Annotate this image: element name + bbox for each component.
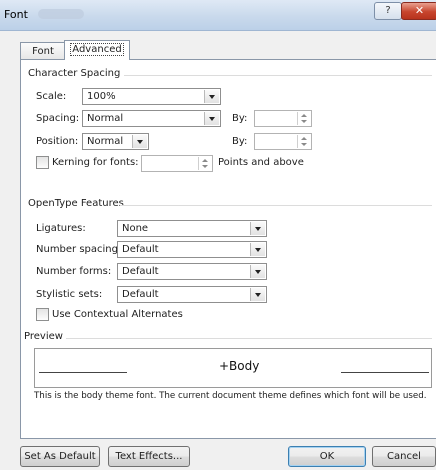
chevron-down-icon[interactable] <box>250 288 265 301</box>
number-forms-value: Default <box>122 266 159 277</box>
close-icon: ✕ <box>414 4 425 17</box>
spacing-by-label: By: <box>232 113 248 124</box>
spin-down-icon[interactable] <box>301 120 307 123</box>
spinner-buttons[interactable] <box>297 135 310 148</box>
cancel-button[interactable]: Cancel <box>372 446 436 467</box>
spin-down-icon[interactable] <box>202 165 208 168</box>
preview-rule-right <box>341 372 429 373</box>
set-as-default-button[interactable]: Set As Default <box>20 446 100 467</box>
spin-up-icon[interactable] <box>301 137 307 140</box>
chevron-down-icon[interactable] <box>250 243 265 256</box>
position-label: Position: <box>36 136 79 147</box>
window-title: Font <box>4 8 28 21</box>
kerning-suffix: Points and above <box>218 157 304 168</box>
position-combo[interactable]: Normal <box>82 133 149 150</box>
chevron-down-icon[interactable] <box>250 222 265 235</box>
number-spacing-label: Number spacing: <box>36 244 122 255</box>
kerning-spinner[interactable] <box>141 155 213 172</box>
character-spacing-heading: Character Spacing <box>28 68 121 79</box>
tab-advanced[interactable]: Advanced <box>64 40 130 60</box>
tab-advanced-label: Advanced <box>70 43 124 56</box>
spacing-combo[interactable]: Normal <box>82 110 221 127</box>
contextual-label: Use Contextual Alternates <box>52 309 183 320</box>
preview-description: This is the body theme font. The current… <box>34 391 427 401</box>
position-by-spinner[interactable] <box>254 133 312 150</box>
number-forms-label: Number forms: <box>36 266 112 277</box>
text-effects-button[interactable]: Text Effects... <box>108 446 190 467</box>
scale-combo[interactable]: 100% <box>82 88 221 105</box>
ok-button[interactable]: OK <box>288 446 366 467</box>
title-blur <box>38 9 84 19</box>
ligatures-label: Ligatures: <box>36 223 86 234</box>
kerning-label: Kerning for fonts: <box>52 157 139 168</box>
chevron-down-icon[interactable] <box>132 135 147 148</box>
close-button[interactable]: ✕ <box>401 2 436 20</box>
preview-sample: +Body <box>219 359 260 373</box>
preview-heading: Preview <box>24 331 63 342</box>
spinner-buttons[interactable] <box>198 157 211 170</box>
kerning-checkbox[interactable] <box>36 156 49 169</box>
ligatures-combo[interactable]: None <box>117 220 267 237</box>
spin-up-icon[interactable] <box>202 159 208 162</box>
number-spacing-combo[interactable]: Default <box>117 241 267 258</box>
chevron-down-icon[interactable] <box>250 265 265 278</box>
chevron-down-icon[interactable] <box>204 90 219 103</box>
divider <box>124 75 432 76</box>
position-by-label: By: <box>232 136 248 147</box>
preview-box: +Body <box>34 348 432 388</box>
spacing-label: Spacing: <box>36 113 80 124</box>
ligatures-value: None <box>122 223 149 234</box>
spacing-value: Normal <box>87 113 124 124</box>
contextual-checkbox[interactable] <box>36 308 49 321</box>
divider <box>120 205 432 206</box>
number-forms-combo[interactable]: Default <box>117 263 267 280</box>
stylistic-sets-combo[interactable]: Default <box>117 286 267 303</box>
spacing-by-spinner[interactable] <box>254 110 312 127</box>
tab-font[interactable]: Font <box>20 42 66 60</box>
help-button[interactable]: ? <box>374 2 402 20</box>
scale-value: 100% <box>87 91 116 102</box>
divider <box>66 338 432 339</box>
preview-rule-left <box>39 372 127 373</box>
tab-font-label: Font <box>32 46 54 57</box>
spin-down-icon[interactable] <box>301 143 307 146</box>
chevron-down-icon[interactable] <box>204 112 219 125</box>
spin-up-icon[interactable] <box>301 114 307 117</box>
stylistic-sets-value: Default <box>122 289 159 300</box>
stylistic-sets-label: Stylistic sets: <box>36 289 103 300</box>
number-spacing-value: Default <box>122 244 159 255</box>
position-value: Normal <box>87 136 124 147</box>
help-icon: ? <box>385 5 391 16</box>
opentype-heading: OpenType Features <box>28 198 124 209</box>
scale-label: Scale: <box>36 91 67 102</box>
spinner-buttons[interactable] <box>297 112 310 125</box>
title-bar: Font ? ✕ <box>0 0 436 31</box>
